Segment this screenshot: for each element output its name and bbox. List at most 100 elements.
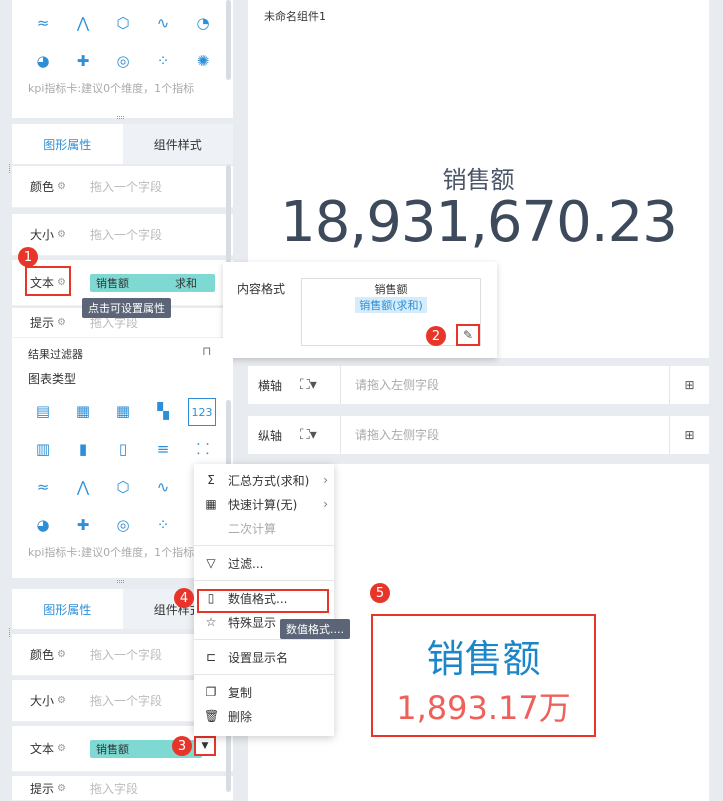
- kpi-card-icon[interactable]: 123: [188, 398, 216, 426]
- color-label: 颜色: [30, 180, 55, 194]
- rename-icon: ⊏: [205, 650, 217, 664]
- gauge-chart-icon[interactable]: ◔: [192, 12, 214, 34]
- step-chart-icon[interactable]: ⸬: [192, 438, 214, 460]
- chip-field-name: 销售额: [96, 276, 129, 290]
- menu-item-quick-calc[interactable]: ▦ 快速计算(无) ›: [194, 492, 334, 516]
- table-icon[interactable]: ▤: [32, 400, 54, 422]
- y-axis-settings-icon[interactable]: ⊞: [669, 416, 709, 454]
- rose-chart-icon[interactable]: ✚: [72, 514, 94, 536]
- color-row[interactable]: 颜色 ⚙ 拖入一个字段: [12, 166, 233, 208]
- top-scrollbar[interactable]: [226, 0, 231, 80]
- area-chart-icon[interactable]: ≈: [32, 476, 54, 498]
- menu-label: 过滤...: [228, 556, 264, 571]
- radar-chart-icon[interactable]: ⬡: [112, 12, 134, 34]
- donut-chart-icon[interactable]: ◎: [112, 50, 134, 72]
- line-chart-icon[interactable]: ⋀: [72, 476, 94, 498]
- menu-separator: [194, 674, 334, 675]
- x-axis-settings-icon[interactable]: ⊞: [669, 366, 709, 404]
- bubble-chart-icon[interactable]: ✺: [192, 50, 214, 72]
- cross-table-icon[interactable]: ▦: [72, 400, 94, 422]
- content-format-line1: 销售额: [374, 283, 408, 296]
- size-drop-placeholder: 拖入一个字段: [90, 694, 163, 708]
- step-badge-1: 1: [18, 247, 38, 267]
- horizontal-bar-icon[interactable]: ≡: [152, 438, 174, 460]
- filter-icon: ▽: [206, 556, 216, 570]
- menu-separator: [194, 545, 334, 546]
- line-chart-icon[interactable]: ⋀: [72, 12, 94, 34]
- menu-separator: [194, 580, 334, 581]
- pie-chart-icon[interactable]: ◕: [32, 514, 54, 536]
- text-label: 文本: [30, 742, 55, 756]
- wave-chart-icon[interactable]: ∿: [152, 476, 174, 498]
- gear-icon[interactable]: ⚙: [57, 743, 66, 754]
- preview-box: 销售额 1,893.17万: [371, 614, 596, 737]
- scatter-chart-icon[interactable]: ⁘: [152, 50, 174, 72]
- menu-item-filter[interactable]: ▽ 过滤...: [194, 551, 334, 575]
- radar-chart-icon[interactable]: ⬡: [112, 476, 134, 498]
- menu-label: 删除: [228, 709, 253, 724]
- step-badge-3: 3: [172, 736, 192, 756]
- set-property-tooltip: 点击可设置属性: [82, 298, 171, 318]
- content-format-popover: 内容格式 销售额 销售额(求和) ✎ 2: [223, 262, 497, 358]
- x-axis-row[interactable]: 横轴 ⛶▾ 请拖入左侧字段 ⊞: [248, 366, 709, 404]
- panel-resize-handle[interactable]: [117, 116, 124, 119]
- tab-graph-properties[interactable]: 图形属性: [12, 124, 123, 164]
- y-axis-row[interactable]: 纵轴 ⛶▾ 请拖入左侧字段 ⊞: [248, 416, 709, 454]
- content-format-line2: 销售额(求和): [355, 297, 427, 313]
- tip-label: 提示: [30, 316, 55, 330]
- chip-dropdown-button[interactable]: ▼: [194, 736, 216, 756]
- y-axis-type-icon[interactable]: ⛶▾: [300, 427, 340, 443]
- chip-field-name: 销售额: [96, 742, 129, 756]
- donut-chart-icon[interactable]: ◎: [112, 514, 134, 536]
- tab-component-style[interactable]: 组件样式: [122, 124, 233, 164]
- gear-icon[interactable]: ⚙: [57, 317, 66, 328]
- menu-item-aggregation[interactable]: Σ 汇总方式(求和) ›: [194, 468, 334, 492]
- size-label: 大小: [30, 694, 55, 708]
- treemap-icon[interactable]: ▚: [152, 400, 174, 422]
- trash-icon: 🗑: [204, 709, 220, 723]
- menu-item-delete[interactable]: 🗑 删除: [194, 704, 334, 728]
- y-axis-label: 纵轴: [258, 428, 283, 443]
- tip-drop-placeholder: 拖入字段: [90, 781, 139, 796]
- gear-icon[interactable]: ⚙: [57, 783, 66, 794]
- text-field-chip[interactable]: 销售额 求和: [90, 273, 215, 292]
- size-label: 大小: [30, 228, 55, 242]
- preview-title: 销售额: [426, 637, 541, 681]
- step-badge-5: 5: [370, 583, 390, 603]
- scatter-chart-icon[interactable]: ⁘: [152, 514, 174, 536]
- pie-chart-icon[interactable]: ◕: [32, 50, 54, 72]
- content-format-label: 内容格式: [237, 282, 286, 296]
- highlight-text-label: [25, 266, 71, 296]
- menu-item-rename[interactable]: ⊏ 设置显示名: [194, 645, 334, 669]
- menu-item-copy[interactable]: ❐ 复制: [194, 680, 334, 704]
- gear-icon[interactable]: ⚙: [57, 649, 66, 660]
- menu-item-secondary-calc: 二次计算: [194, 516, 334, 540]
- grid-table-icon[interactable]: ▦: [112, 400, 134, 422]
- menu-label: 设置显示名: [228, 650, 289, 665]
- rose-chart-icon[interactable]: ✚: [72, 50, 94, 72]
- top-tabs: 图形属性 组件样式: [12, 124, 233, 164]
- y-axis-placeholder: 请拖入左侧字段: [340, 416, 669, 454]
- menu-separator: [194, 639, 334, 640]
- column-chart-icon[interactable]: ▯: [112, 438, 134, 460]
- edit-button[interactable]: ✎: [456, 324, 480, 346]
- tab-graph-properties[interactable]: 图形属性: [12, 589, 123, 629]
- star-icon: ☆: [205, 615, 217, 629]
- wave-chart-icon[interactable]: ∿: [152, 12, 174, 34]
- chip-agg: 求和: [175, 276, 197, 290]
- gear-icon[interactable]: ⚙: [57, 181, 66, 192]
- content-format-box[interactable]: 销售额 销售额(求和): [301, 278, 481, 346]
- area-chart-icon[interactable]: ≈: [32, 12, 54, 34]
- bar-chart-icon[interactable]: ▮: [72, 438, 94, 460]
- gear-icon[interactable]: ⚙: [57, 695, 66, 706]
- size-row[interactable]: 大小 ⚙ 拖入一个字段: [12, 214, 233, 256]
- gear-icon[interactable]: ⚙: [57, 229, 66, 240]
- number-format-tooltip: 数值格式....: [280, 619, 350, 639]
- panel-resize-handle[interactable]: [117, 580, 124, 583]
- kpi-hint: kpi指标卡:建议0个维度，1个指标: [28, 82, 195, 95]
- tip-row[interactable]: 提示 ⚙ 拖入字段: [12, 776, 233, 801]
- x-axis-type-icon[interactable]: ⛶▾: [300, 377, 340, 393]
- stacked-bar-icon[interactable]: ▥: [32, 438, 54, 460]
- menu-label: 二次计算: [228, 521, 277, 536]
- filter-icon[interactable]: ⊓: [202, 344, 211, 358]
